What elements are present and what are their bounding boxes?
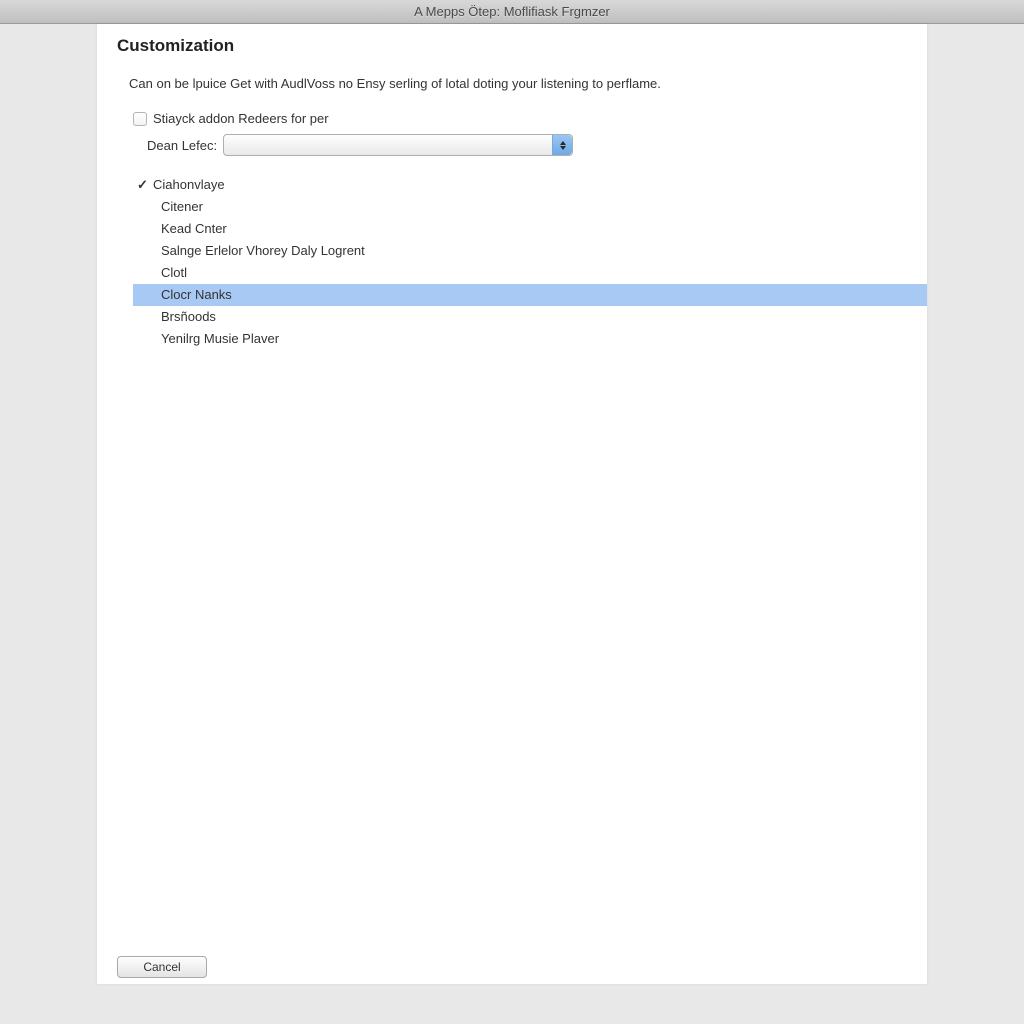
tree-item[interactable]: Clocr Nanks: [133, 284, 927, 306]
tree-item-label: Clotl: [161, 265, 187, 280]
tree-item[interactable]: Yenilrg Musie Plaver: [133, 328, 927, 350]
tree-parent-label: Ciahonvlaye: [153, 176, 225, 194]
main-panel: Customization Can on be lpuice Get with …: [97, 24, 927, 984]
window-title: A Mepps Ötep: Moflifiask Frgmzer: [414, 4, 610, 19]
options-tree: ✓ Ciahonvlaye Citener Kead Cnter Salnge Er…: [133, 174, 927, 350]
window-titlebar: A Mepps Ötep: Moflifiask Frgmzer: [0, 0, 1024, 24]
stiayck-checkbox-label: Stiayck addon Redeers for per: [153, 111, 329, 126]
tree-item[interactable]: Citener: [133, 196, 927, 218]
tree-item-label: Salnge Erlelor Vhorey Daly Logrent: [161, 243, 365, 258]
tree-item-label: Kead Cnter: [161, 221, 227, 236]
page-heading: Customization: [117, 36, 907, 56]
tree-item[interactable]: Brsñoods: [133, 306, 927, 328]
cancel-button[interactable]: Cancel: [117, 956, 207, 978]
tree-parent-row[interactable]: ✓ Ciahonvlaye: [133, 174, 927, 196]
tree-item-label: Clocr Nanks: [161, 287, 232, 302]
tree-item[interactable]: Kead Cnter: [133, 218, 927, 240]
tree-item[interactable]: Clotl: [133, 262, 927, 284]
dean-lefec-label: Dean Lefec:: [147, 138, 217, 153]
tree-item[interactable]: Salnge Erlelor Vhorey Daly Logrent: [133, 240, 927, 262]
page-description: Can on be lpuice Get with AudlVoss no En…: [129, 76, 901, 91]
select-stepper-icon: [552, 135, 572, 155]
tree-item-label: Yenilrg Musie Plaver: [161, 331, 279, 346]
dean-lefec-select[interactable]: [223, 134, 573, 156]
tree-item-label: Citener: [161, 199, 203, 214]
checkmark-icon: ✓: [137, 176, 149, 194]
stiayck-checkbox[interactable]: [133, 112, 147, 126]
tree-item-label: Brsñoods: [161, 309, 216, 324]
